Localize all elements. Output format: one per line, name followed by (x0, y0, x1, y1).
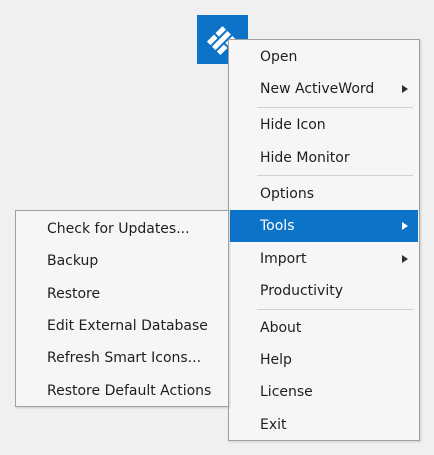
menu-item-label: Productivity (260, 283, 343, 299)
menu-item-label: Refresh Smart Icons... (47, 350, 202, 366)
menu-item-import[interactable]: Import (230, 243, 418, 275)
submenu-item-restore[interactable]: Restore (17, 278, 227, 310)
tools-submenu: Check for Updates... Backup Restore Edit… (15, 210, 229, 407)
submenu-item-backup[interactable]: Backup (17, 245, 227, 277)
submenu-arrow-icon (402, 255, 408, 263)
menu-item-label: Restore Default Actions (47, 383, 212, 399)
menu-item-productivity[interactable]: Productivity (230, 275, 418, 307)
menu-item-label: Edit External Database (47, 318, 208, 334)
context-menu: Open New ActiveWord Hide Icon Hide Monit… (228, 39, 420, 441)
menu-separator (257, 309, 413, 310)
menu-item-about[interactable]: About (230, 312, 418, 344)
menu-item-hide-monitor[interactable]: Hide Monitor (230, 142, 418, 174)
submenu-item-check-for-updates[interactable]: Check for Updates... (17, 213, 227, 245)
menu-item-label: Help (260, 352, 292, 368)
menu-item-label: Exit (260, 417, 287, 433)
menu-item-label: Backup (47, 253, 99, 269)
menu-item-label: Tools (260, 218, 295, 234)
submenu-arrow-icon (402, 222, 408, 230)
submenu-item-restore-default-actions[interactable]: Restore Default Actions (17, 375, 227, 407)
menu-item-label: New ActiveWord (260, 81, 375, 97)
menu-item-label: About (260, 320, 302, 336)
menu-item-new-activeword[interactable]: New ActiveWord (230, 73, 418, 105)
menu-item-exit[interactable]: Exit (230, 409, 418, 441)
menu-item-label: Open (260, 49, 298, 65)
submenu-item-edit-external-database[interactable]: Edit External Database (17, 310, 227, 342)
menu-item-label: Options (260, 186, 315, 202)
menu-separator (257, 175, 413, 176)
submenu-arrow-icon (402, 85, 408, 93)
menu-item-label: License (260, 384, 313, 400)
menu-item-tools[interactable]: Tools (230, 210, 418, 242)
menu-item-label: Import (260, 251, 307, 267)
submenu-item-refresh-smart-icons[interactable]: Refresh Smart Icons... (17, 342, 227, 374)
menu-item-open[interactable]: Open (230, 41, 418, 73)
menu-item-label: Restore (47, 286, 101, 302)
menu-item-license[interactable]: License (230, 376, 418, 408)
menu-item-options[interactable]: Options (230, 178, 418, 210)
menu-item-label: Check for Updates... (47, 221, 190, 237)
desktop-area: Open New ActiveWord Hide Icon Hide Monit… (0, 0, 434, 455)
menu-item-help[interactable]: Help (230, 344, 418, 376)
menu-item-hide-icon[interactable]: Hide Icon (230, 109, 418, 141)
menu-item-label: Hide Monitor (260, 150, 350, 166)
menu-item-label: Hide Icon (260, 117, 326, 133)
menu-separator (257, 107, 413, 108)
